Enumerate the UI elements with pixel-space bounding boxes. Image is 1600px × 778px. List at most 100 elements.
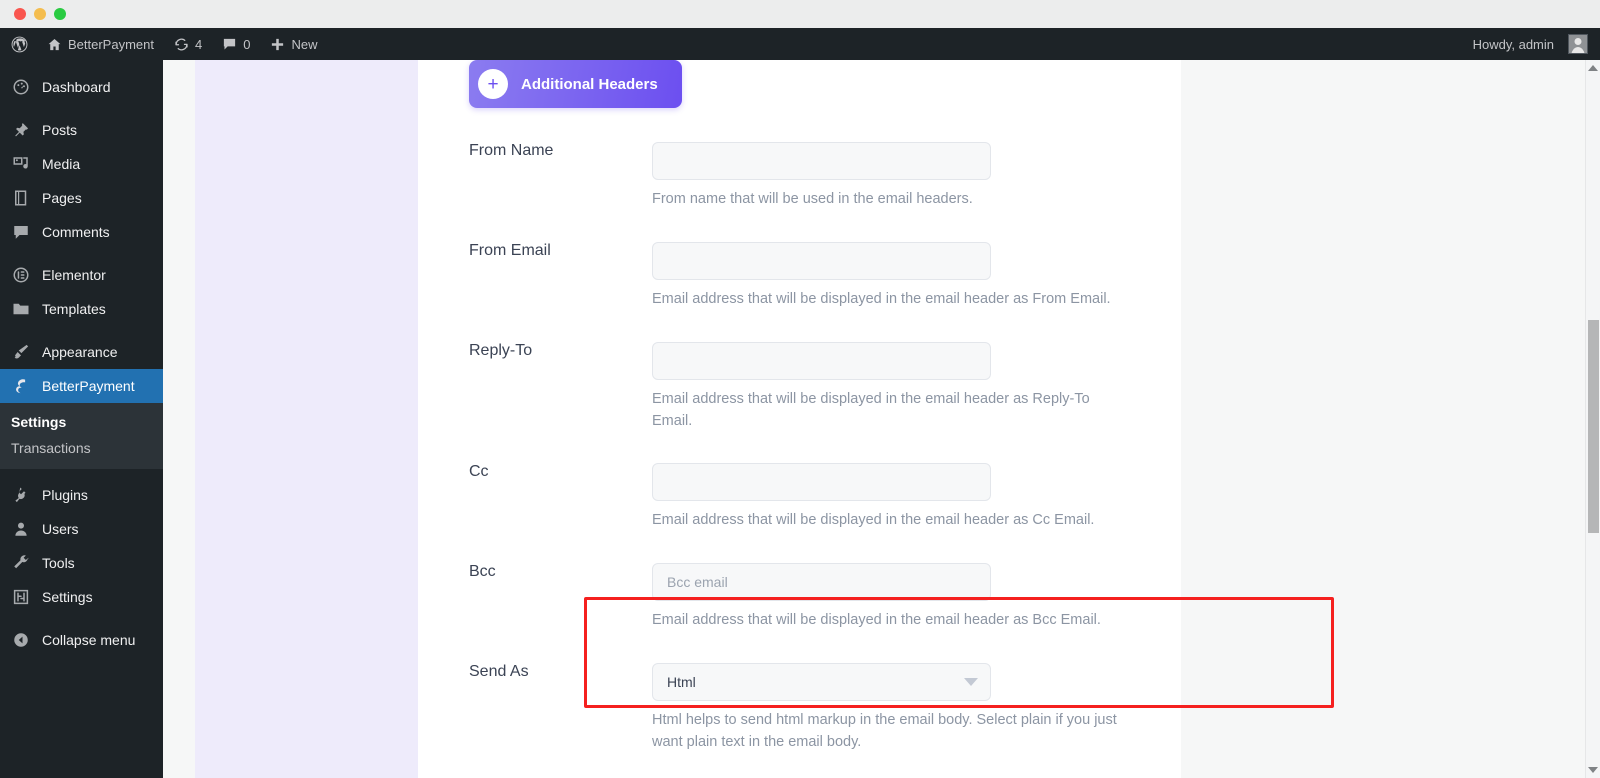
sidebar-item-posts[interactable]: Posts xyxy=(0,113,163,147)
sidebar-item-collapse-menu[interactable]: Collapse menu xyxy=(0,623,163,657)
user-avatar-icon[interactable] xyxy=(1568,34,1588,54)
sidebar-item-betterpayment[interactable]: BetterPayment xyxy=(0,369,163,403)
field-label: Reply-To xyxy=(469,342,533,359)
sidebar-label: Plugins xyxy=(42,487,88,503)
additional-headers-button[interactable]: + Additional Headers xyxy=(469,60,682,108)
settings-icon xyxy=(11,587,31,607)
new-content-label: New xyxy=(291,36,318,52)
wrench-icon xyxy=(11,553,31,573)
page-scrollbar[interactable] xyxy=(1585,60,1600,778)
sidebar-item-dashboard[interactable]: Dashboard xyxy=(0,70,163,104)
from-email-input[interactable] xyxy=(652,242,991,280)
submenu-item-settings[interactable]: Settings xyxy=(0,409,163,435)
wordpress-logo-glyph xyxy=(10,35,29,54)
sidebar-item-media[interactable]: Media xyxy=(0,147,163,181)
menu-separator xyxy=(0,249,163,258)
updates-menu[interactable]: 4 xyxy=(164,28,212,60)
field-label: Bcc xyxy=(469,563,496,580)
field-help: Email address that will be displayed in … xyxy=(652,391,1090,429)
sidebar-item-appearance[interactable]: Appearance xyxy=(0,335,163,369)
sidebar-item-users[interactable]: Users xyxy=(0,512,163,546)
sidebar-item-settings[interactable]: Settings xyxy=(0,580,163,614)
sidebar-label: Settings xyxy=(42,589,93,605)
sidebar-label: BetterPayment xyxy=(42,378,135,394)
field-help: Email address that will be displayed in … xyxy=(652,612,1101,628)
media-icon xyxy=(11,154,31,174)
wp-admin-bar: BetterPayment 4 0 New Howdy, admin xyxy=(0,28,1600,60)
field-label: From Email xyxy=(469,242,551,259)
comments-menu[interactable]: 0 xyxy=(212,28,260,60)
field-control: From name that will be used in the email… xyxy=(652,142,991,211)
plus-icon xyxy=(270,37,285,52)
submenu-item-transactions[interactable]: Transactions xyxy=(0,435,163,461)
site-name-label: BetterPayment xyxy=(68,36,154,52)
betterpayment-submenu: Settings Transactions xyxy=(0,403,163,469)
home-icon xyxy=(47,37,62,52)
menu-separator xyxy=(0,469,163,478)
updates-icon xyxy=(174,37,189,52)
field-control: Email address that will be displayed in … xyxy=(652,463,1094,532)
window-minimize-button[interactable] xyxy=(34,8,46,20)
betterpayment-icon xyxy=(11,376,31,396)
field-control: Html Plain Html helps to send html marku… xyxy=(652,663,1117,754)
caret-up-icon[interactable] xyxy=(1588,65,1598,71)
folder-icon xyxy=(11,299,31,319)
reply-to-input[interactable] xyxy=(652,342,991,380)
additional-headers-label: Additional Headers xyxy=(521,75,658,93)
field-help: Email address that will be displayed in … xyxy=(652,291,1111,307)
field-label: Send As xyxy=(469,663,529,680)
from-name-input[interactable] xyxy=(652,142,991,180)
sidebar-label: Dashboard xyxy=(42,79,111,95)
sidebar-label: Posts xyxy=(42,122,78,138)
pin-icon xyxy=(11,120,31,140)
cc-input[interactable] xyxy=(652,463,991,501)
menu-separator xyxy=(0,326,163,335)
scrollbar-thumb[interactable] xyxy=(1588,320,1599,533)
window-close-button[interactable] xyxy=(14,8,26,20)
sidebar-item-tools[interactable]: Tools xyxy=(0,546,163,580)
submenu-label: Settings xyxy=(11,414,67,430)
sidebar-item-templates[interactable]: Templates xyxy=(0,292,163,326)
field-help: From name that will be used in the email… xyxy=(652,191,973,207)
send-as-select[interactable]: Html Plain xyxy=(652,663,991,701)
howdy-menu[interactable]: Howdy, admin xyxy=(1463,28,1588,60)
site-name-menu[interactable]: BetterPayment xyxy=(37,28,164,60)
comments-count: 0 xyxy=(243,36,251,52)
new-content-menu[interactable]: New xyxy=(260,28,327,60)
elementor-icon xyxy=(11,265,31,285)
field-help: Html helps to send html markup in the em… xyxy=(652,712,1117,750)
sidebar-label: Comments xyxy=(42,224,110,240)
comment-bubble-icon xyxy=(222,37,237,52)
sidebar-item-elementor[interactable]: Elementor xyxy=(0,258,163,292)
field-control: Email address that will be displayed in … xyxy=(652,563,1101,632)
howdy-label: Howdy, admin xyxy=(1472,36,1554,52)
plus-circle-icon: + xyxy=(478,69,508,99)
brush-icon xyxy=(11,342,31,362)
window-zoom-button[interactable] xyxy=(54,8,66,20)
wordpress-logo-icon[interactable] xyxy=(0,28,37,60)
menu-separator xyxy=(0,104,163,113)
sidebar-label: Templates xyxy=(42,301,106,317)
send-as-select-wrapper: Html Plain xyxy=(652,663,991,701)
updates-count: 4 xyxy=(195,36,203,52)
sidebar-item-pages[interactable]: Pages xyxy=(0,181,163,215)
sidebar-label: Elementor xyxy=(42,267,106,283)
field-label: Cc xyxy=(469,463,489,480)
sidebar-item-plugins[interactable]: Plugins xyxy=(0,478,163,512)
dashboard-icon xyxy=(11,77,31,97)
caret-down-icon[interactable] xyxy=(1588,767,1598,773)
user-icon xyxy=(11,519,31,539)
page-content: + Additional Headers From Name From name… xyxy=(163,60,1587,778)
collapse-icon xyxy=(11,630,31,650)
admin-bar-right: Howdy, admin xyxy=(1463,28,1600,60)
field-help: Email address that will be displayed in … xyxy=(652,512,1095,528)
sidebar-label: Users xyxy=(42,521,79,537)
page-icon xyxy=(11,188,31,208)
field-label: From Name xyxy=(469,142,554,159)
admin-sidebar-menu: Dashboard Posts Media Pages Comments Ele… xyxy=(0,60,163,778)
bcc-input[interactable] xyxy=(652,563,991,601)
sidebar-item-comments[interactable]: Comments xyxy=(0,215,163,249)
left-gutter xyxy=(163,60,195,778)
settings-nav-panel xyxy=(195,60,418,778)
submenu-label: Transactions xyxy=(11,440,91,456)
